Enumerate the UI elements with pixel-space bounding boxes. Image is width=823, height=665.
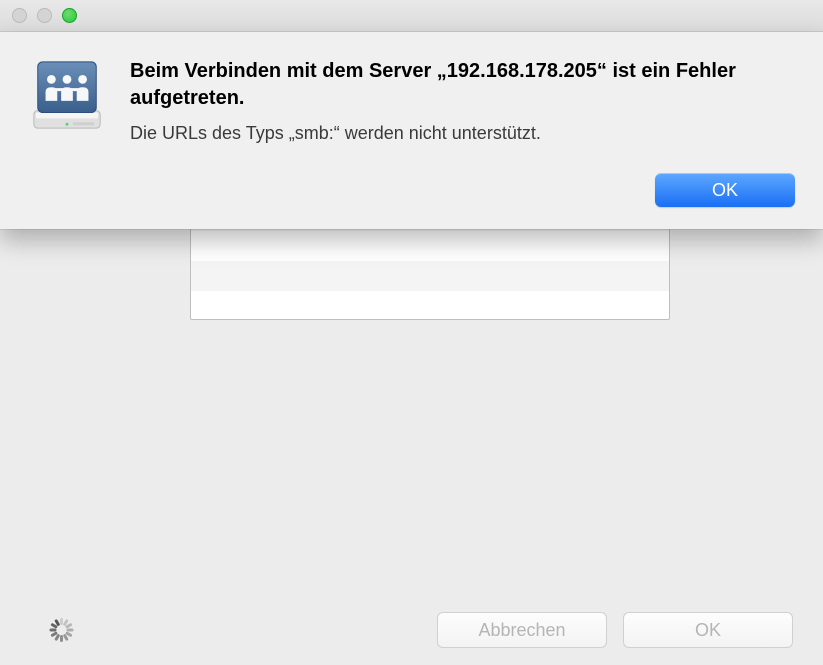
close-window-button[interactable] [12, 8, 27, 23]
window-titlebar [0, 0, 823, 32]
error-alert-sheet: Beim Verbinden mit dem Server „192.168.1… [0, 32, 823, 229]
alert-message: Die URLs des Typs „smb:“ werden nicht un… [130, 122, 795, 145]
list-item-empty [191, 261, 669, 291]
alert-title: Beim Verbinden mit dem Server „192.168.1… [130, 58, 795, 112]
zoom-window-button[interactable] [62, 8, 77, 23]
alert-ok-button[interactable]: OK [655, 173, 795, 207]
minimize-window-button[interactable] [37, 8, 52, 23]
dialog-footer: Abbrechen OK [0, 595, 823, 665]
network-share-volume-icon [28, 56, 106, 134]
ok-button: OK [623, 612, 793, 648]
list-item-empty [191, 231, 669, 261]
loading-spinner-icon [48, 617, 74, 643]
cancel-button: Abbrechen [437, 612, 607, 648]
list-item-empty [191, 291, 669, 320]
